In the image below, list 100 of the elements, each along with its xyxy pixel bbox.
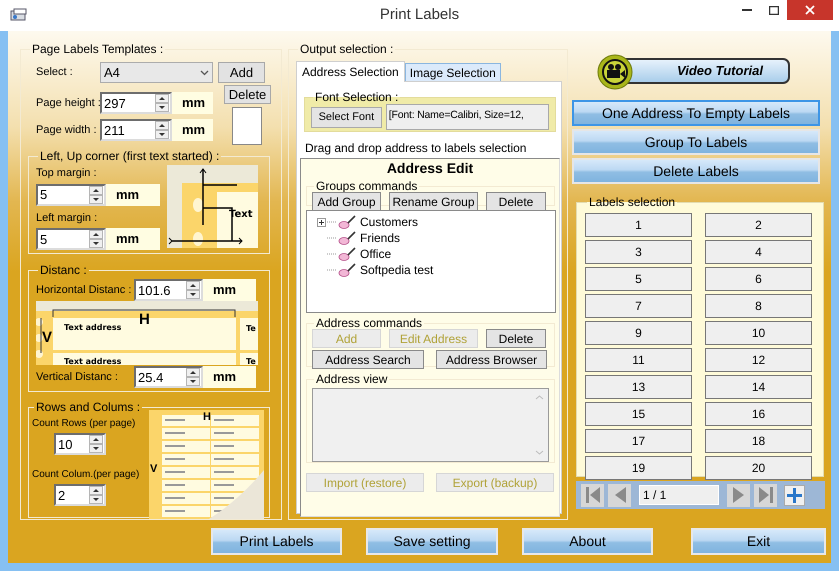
- field-label: Page height :: [35, 96, 100, 111]
- plus-icon: [786, 486, 803, 504]
- number-field[interactable]: 25.4: [134, 366, 203, 388]
- tree-line: [327, 269, 337, 271]
- label-slot-button[interactable]: 10: [705, 321, 812, 345]
- group-title: Output selection :: [299, 41, 394, 58]
- label-slot-button[interactable]: 2: [705, 213, 812, 237]
- field-label: Vertical Distanc :: [36, 370, 119, 385]
- spinner-icon[interactable]: [89, 486, 103, 504]
- spinner-icon[interactable]: [89, 186, 103, 204]
- address-view-field[interactable]: [312, 388, 549, 462]
- close-icon: [805, 5, 815, 15]
- field-label: Page width :: [35, 122, 98, 138]
- action-button[interactable]: Delete Labels: [572, 158, 820, 184]
- hint-text: Drag and drop address to labels selection: [305, 140, 528, 157]
- add-button[interactable]: Add: [218, 62, 265, 83]
- spinner-icon[interactable]: [186, 281, 200, 299]
- tab[interactable]: Image Selection: [404, 63, 501, 81]
- number-field[interactable]: 10: [54, 433, 106, 455]
- label-slot-button[interactable]: 14: [705, 375, 812, 399]
- button[interactable]: Address Search: [312, 350, 424, 369]
- select-font-button[interactable]: Select Font: [311, 106, 382, 128]
- label-slot-button[interactable]: 16: [705, 402, 812, 426]
- label-slot-button[interactable]: 11: [585, 348, 692, 372]
- group-title: Address view: [315, 371, 388, 388]
- maximize-icon: [769, 6, 779, 14]
- group-title: Left, Up corner (first text started) :: [39, 148, 220, 165]
- number-field[interactable]: 2: [54, 484, 106, 506]
- diagram-label: V: [42, 329, 52, 346]
- label-slot-button[interactable]: 12: [705, 348, 812, 372]
- group-title: Rows and Colums :: [35, 399, 142, 416]
- label-slot-button[interactable]: 6: [705, 267, 812, 291]
- diagram-label: Te: [246, 324, 256, 333]
- chevron-down-icon: [200, 70, 209, 76]
- tree-item[interactable]: Customers: [360, 213, 418, 231]
- window-title: Print Labels: [380, 5, 460, 26]
- button[interactable]: Address Browser: [436, 350, 547, 369]
- button[interactable]: Delete: [486, 192, 546, 211]
- expand-icon[interactable]: [317, 218, 326, 226]
- next-page-icon: [730, 486, 746, 504]
- spinner-icon[interactable]: [89, 230, 103, 248]
- tree-item[interactable]: Friends: [360, 229, 400, 247]
- spinner-icon[interactable]: [155, 94, 169, 112]
- unit-label: mm: [106, 184, 160, 206]
- select-field[interactable]: A4: [100, 62, 213, 83]
- button[interactable]: Add Group: [312, 192, 381, 211]
- close-button[interactable]: [787, 0, 833, 20]
- label-slot-button[interactable]: 20: [705, 456, 812, 480]
- label-slot-button[interactable]: 1: [585, 213, 692, 237]
- button[interactable]: Exit: [691, 528, 826, 555]
- tree-line: [327, 253, 337, 255]
- magnifier-icon: [338, 263, 356, 277]
- number-field[interactable]: 297: [100, 92, 172, 114]
- app-icon: [10, 8, 28, 22]
- label-slot-button[interactable]: 3: [585, 240, 692, 264]
- add-page-button[interactable]: [784, 484, 805, 506]
- diagram-label: V: [150, 463, 158, 475]
- label-slot-button[interactable]: 5: [585, 267, 692, 291]
- label-slot-button[interactable]: 15: [585, 402, 692, 426]
- tab[interactable]: Address Selection: [296, 61, 405, 82]
- last-page-icon: [758, 486, 774, 504]
- number-field[interactable]: 101.6: [134, 279, 203, 301]
- diagram-label: H: [203, 411, 211, 423]
- label-slot-button[interactable]: 7: [585, 294, 692, 318]
- magnifier-icon: [338, 247, 356, 261]
- label-slot-button[interactable]: 18: [705, 429, 812, 453]
- field-label: Left margin :: [36, 210, 98, 226]
- label-slot-button[interactable]: 17: [585, 429, 692, 453]
- spinner-icon[interactable]: [89, 435, 103, 453]
- unit-label: mm: [106, 228, 160, 250]
- magnifier-icon: [338, 231, 356, 245]
- group-title: Groups commands: [315, 178, 418, 195]
- diagram-label: Text address: [64, 323, 122, 332]
- button[interactable]: Save setting: [366, 528, 498, 555]
- preview-box: [232, 107, 262, 145]
- action-button[interactable]: Group To Labels: [572, 129, 820, 155]
- number-field[interactable]: 211: [100, 119, 172, 141]
- button[interactable]: About: [522, 528, 653, 555]
- page-field[interactable]: 1 / 1: [639, 485, 719, 505]
- label-slot-button[interactable]: 19: [585, 456, 692, 480]
- button[interactable]: Rename Group: [389, 192, 478, 211]
- group-title: Distanc :: [39, 262, 88, 279]
- action-button[interactable]: One Address To Empty Labels: [572, 100, 820, 126]
- group-title: Address commands: [315, 315, 424, 332]
- label-slot-button[interactable]: 4: [705, 240, 812, 264]
- label-slot-button[interactable]: 13: [585, 375, 692, 399]
- label-slot-button[interactable]: 8: [705, 294, 812, 318]
- number-field[interactable]: 5: [36, 184, 106, 206]
- group-title: Page Labels Templates :: [31, 41, 164, 58]
- spinner-icon[interactable]: [186, 368, 200, 386]
- tree-item[interactable]: Office: [360, 245, 392, 263]
- spinner-icon[interactable]: [155, 121, 169, 139]
- font-value-field: [Font: Name=Calibri, Size=12,: [386, 104, 549, 130]
- button[interactable]: Delete: [486, 329, 546, 348]
- label-slot-button[interactable]: 9: [585, 321, 692, 345]
- number-field[interactable]: 5: [36, 228, 106, 250]
- button[interactable]: Print Labels: [211, 528, 342, 555]
- delete-button[interactable]: Delete: [224, 85, 271, 104]
- diagram-label: Te: [246, 357, 256, 365]
- tree-item[interactable]: Softpedia test: [360, 261, 434, 279]
